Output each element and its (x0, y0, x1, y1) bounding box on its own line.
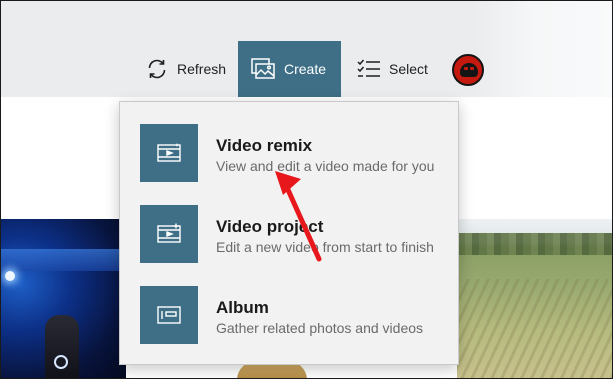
toolbar: Refresh Create Select (1, 1, 612, 97)
photo-thumbnail[interactable] (457, 219, 612, 378)
menu-item-title: Video remix (216, 136, 313, 155)
refresh-label: Refresh (177, 61, 227, 77)
avatar[interactable] (452, 54, 484, 86)
menu-item-subtitle: View and edit a video made for you (216, 158, 435, 174)
create-button[interactable]: Create (238, 41, 341, 97)
refresh-button[interactable]: Refresh (133, 41, 238, 97)
select-button[interactable]: Select (345, 41, 440, 97)
photo-thumbnail[interactable] (1, 219, 126, 378)
video-remix-icon (140, 124, 198, 182)
menu-item-subtitle: Gather related photos and videos (216, 320, 424, 336)
menu-item-album[interactable]: Album Gather related photos and videos (120, 274, 458, 354)
app-window: Refresh Create Select Video remix View a… (0, 0, 613, 379)
create-flyout-menu: Video remix View and edit a video made f… (119, 101, 459, 365)
menu-item-video-remix[interactable]: Video remix View and edit a video made f… (120, 112, 458, 192)
menu-item-title: Album (216, 298, 269, 317)
refresh-icon (145, 57, 169, 81)
album-icon (140, 286, 198, 344)
menu-item-title: Video project (216, 217, 324, 236)
create-icon (250, 57, 276, 81)
video-project-icon (140, 205, 198, 263)
menu-item-subtitle: Edit a new video from start to finish (216, 239, 434, 255)
select-label: Select (389, 61, 428, 77)
menu-item-video-project[interactable]: Video project Edit a new video from star… (120, 193, 458, 273)
select-icon (357, 58, 381, 80)
create-label: Create (284, 61, 327, 77)
